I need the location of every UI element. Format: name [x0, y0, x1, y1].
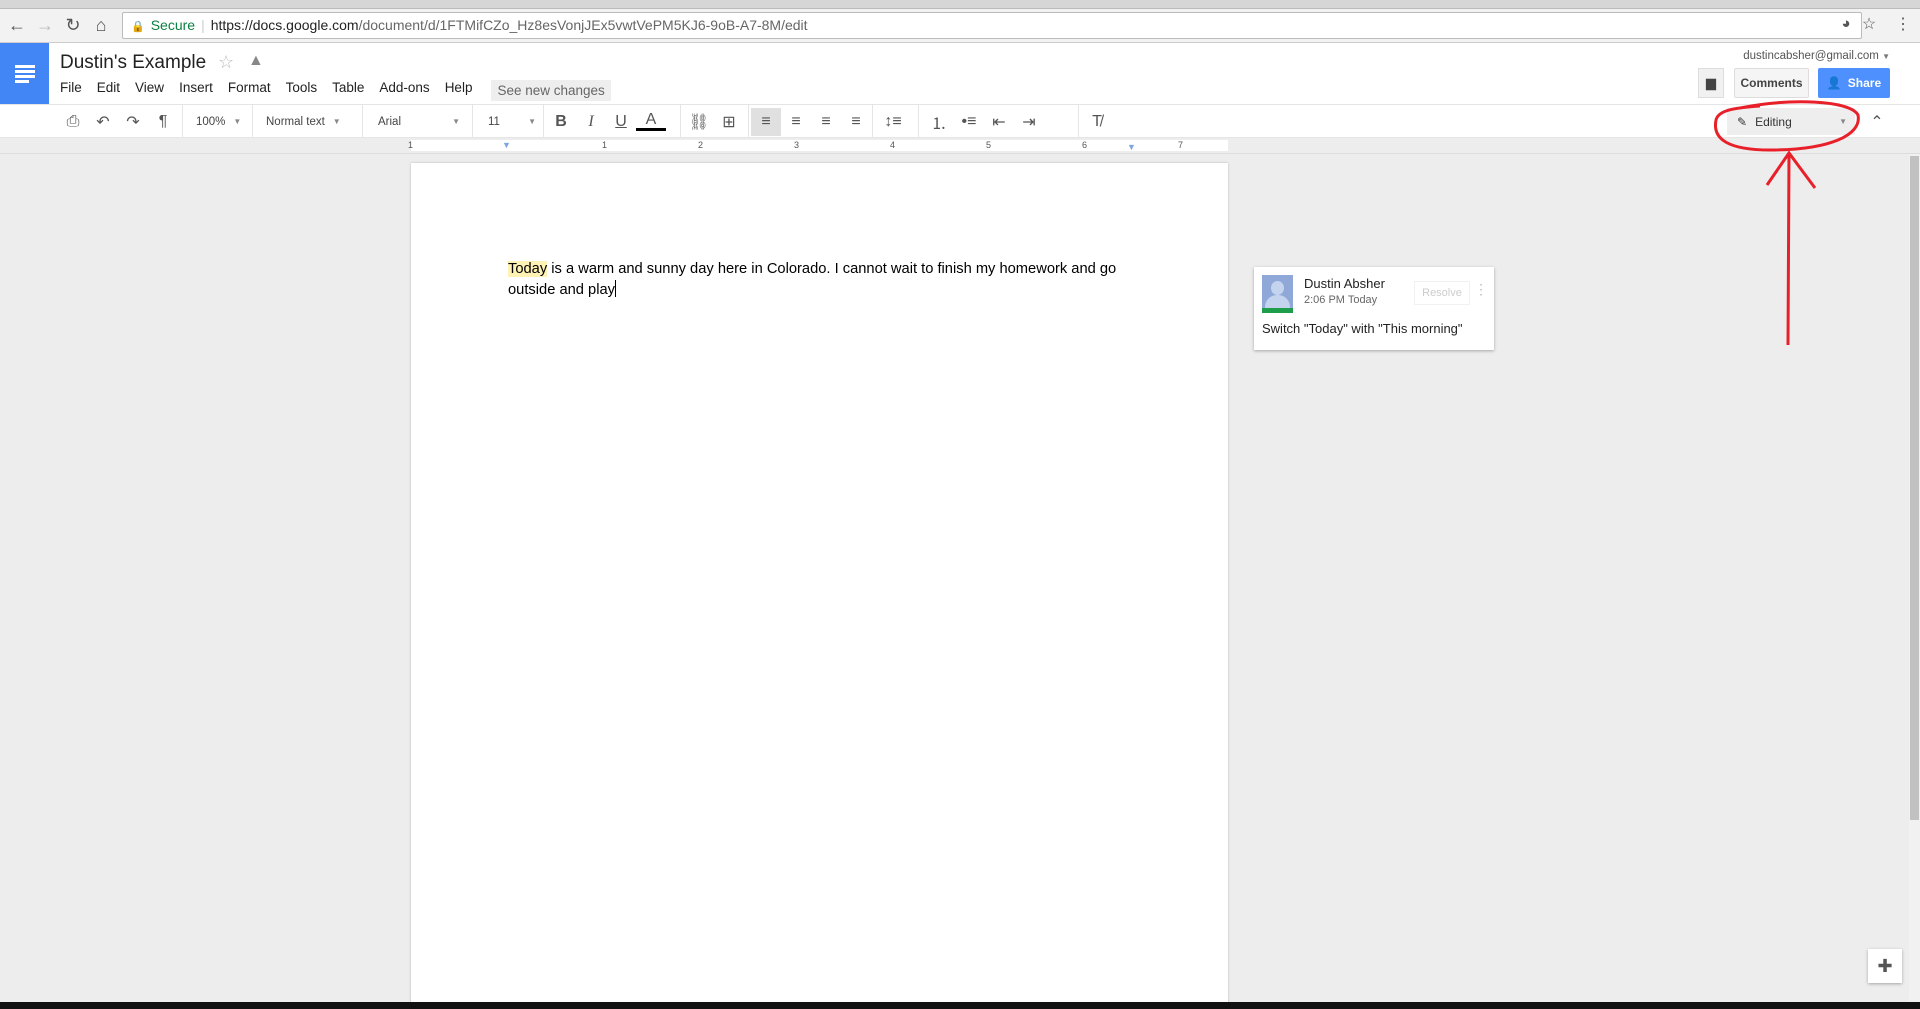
document-title[interactable]: Dustin's Example [60, 52, 206, 74]
numbered-list-icon[interactable]: ⒈ [924, 110, 954, 134]
comments-button[interactable]: Comments [1734, 68, 1809, 98]
ruler-scale: 1 1 2 3 4 5 6 7 ▼ ▼ [408, 140, 1228, 152]
scrollbar-thumb[interactable] [1910, 156, 1919, 820]
body-text-line: outside and play [508, 281, 615, 298]
menu-edit[interactable]: Edit [97, 80, 120, 101]
scrollbar[interactable] [1909, 154, 1920, 1009]
document-page[interactable]: Today is a warm and sunny day here in Co… [411, 163, 1228, 1009]
menu-icon[interactable]: ⋮ [1892, 14, 1914, 34]
text-cursor [614, 279, 616, 297]
tab-strip [0, 0, 1920, 9]
font-select[interactable]: Arial ▼ [378, 105, 460, 138]
collapse-chevron-icon[interactable]: ⌃ [1862, 112, 1892, 132]
account-switcher[interactable]: dustincabsher@gmail.com ▼ [1743, 50, 1890, 62]
underline-button[interactable]: U [606, 113, 636, 131]
share-button[interactable]: 👤 Share [1818, 68, 1890, 98]
document-body[interactable]: Today is a warm and sunny day here in Co… [508, 259, 1148, 300]
decrease-indent-icon[interactable]: ⇤ [984, 112, 1014, 132]
clear-formatting-icon[interactable]: T̸ [1082, 113, 1112, 131]
browser-toolbar: ← → ↻ ⌂ 🔒 Secure | https://docs.google.com/… [0, 9, 1920, 43]
print-icon[interactable]: ⎙ [58, 113, 88, 131]
comment-icon: ▆ [1706, 75, 1716, 90]
move-to-folder-icon[interactable]: ▲ [248, 52, 264, 70]
formatting-toolbar: ⎙ ↶ ↷ ¶ 100% ▼ Normal text ▼ Arial ▼ 11 ▼ B … [0, 104, 1920, 138]
share-label: Share [1847, 76, 1882, 90]
menu-tools[interactable]: Tools [286, 80, 318, 101]
bulleted-list-icon[interactable]: •≡ [954, 113, 984, 131]
commented-text[interactable]: Today [508, 261, 548, 277]
back-icon[interactable]: ← [6, 15, 28, 36]
font-size-select[interactable]: 11 ▼ [488, 105, 536, 138]
editing-mode-select[interactable]: ✎ Editing ▼ [1727, 108, 1855, 135]
resolve-button[interactable]: Resolve [1414, 281, 1470, 305]
avatar [1262, 275, 1293, 313]
menu-addons[interactable]: Add-ons [379, 80, 429, 101]
menu-bar: File Edit View Insert Format Tools Table… [60, 80, 626, 101]
secure-label: Secure [150, 17, 196, 33]
justify-icon[interactable]: ≡ [841, 113, 871, 131]
explore-icon: ✚ [1877, 955, 1893, 976]
url-host: https://docs.google.com [210, 17, 359, 33]
forward-icon[interactable]: → [34, 15, 56, 36]
line-spacing-icon[interactable]: ↕≡ [878, 113, 908, 131]
menu-table[interactable]: Table [332, 80, 364, 101]
docs-header: Dustin's Example ☆ ▲ File Edit View Inse… [0, 43, 1920, 104]
align-left-icon[interactable]: ≡ [751, 107, 781, 136]
lock-icon: 🔒 [131, 21, 145, 33]
comment-body: Switch "Today" with "This morning" [1262, 321, 1463, 336]
comment-time: 2:06 PM Today [1304, 294, 1378, 306]
chevron-down-icon: ▼ [1882, 52, 1890, 61]
menu-help[interactable]: Help [445, 80, 473, 101]
docs-logo[interactable] [0, 43, 49, 104]
see-new-changes-button[interactable]: See new changes [491, 80, 611, 101]
body-text-line: is a warm and sunny day here in Colorado… [547, 261, 1117, 277]
left-indent-marker[interactable]: ▼ [502, 140, 511, 150]
menu-file[interactable]: File [60, 80, 82, 101]
menu-view[interactable]: View [135, 80, 164, 101]
align-center-icon[interactable]: ≡ [781, 113, 811, 131]
italic-button[interactable]: I [576, 113, 606, 131]
annotation-arrow [1765, 150, 1817, 346]
taskbar-edge [0, 1002, 1920, 1009]
extension-icon[interactable]: ◕ [1835, 15, 1857, 32]
more-options-icon[interactable]: ⋮ [1474, 281, 1488, 298]
comment-history-button[interactable]: ▆ [1698, 68, 1724, 98]
comment-author: Dustin Absher [1304, 276, 1385, 291]
add-comment-icon[interactable]: ⊞ [714, 112, 744, 132]
home-icon[interactable]: ⌂ [90, 15, 112, 36]
reload-icon[interactable]: ↻ [62, 15, 84, 36]
link-icon[interactable]: ⛓ [684, 112, 714, 132]
bookmark-star-icon[interactable]: ☆ [1858, 14, 1880, 34]
undo-icon[interactable]: ↶ [88, 112, 118, 132]
person-icon: 👤 [1826, 76, 1842, 90]
menu-format[interactable]: Format [228, 80, 271, 101]
account-email: dustincabsher@gmail.com [1743, 50, 1879, 62]
right-indent-marker[interactable]: ▼ [1127, 142, 1136, 152]
zoom-select[interactable]: 100% ▼ [196, 105, 241, 138]
text-color-button[interactable]: A [636, 112, 666, 131]
style-select[interactable]: Normal text ▼ [266, 105, 341, 138]
increase-indent-icon[interactable]: ⇥ [1014, 112, 1044, 132]
editing-mode-label: Editing [1755, 114, 1792, 129]
redo-icon[interactable]: ↷ [118, 112, 148, 132]
pencil-icon: ✎ [1737, 114, 1748, 129]
url-path: /document/d/1FTMifCZo_Hz8esVonjJEx5vwtVe… [358, 17, 808, 33]
menu-insert[interactable]: Insert [179, 80, 213, 101]
bold-button[interactable]: B [546, 113, 576, 131]
align-right-icon[interactable]: ≡ [811, 113, 841, 131]
paint-format-icon[interactable]: ¶ [148, 113, 178, 131]
explore-button[interactable]: ✚ [1868, 949, 1902, 983]
address-bar[interactable]: 🔒 Secure | https://docs.google.com/document… [122, 12, 1862, 39]
star-icon[interactable]: ☆ [218, 52, 234, 73]
ruler[interactable]: 1 1 2 3 4 5 6 7 ▼ ▼ [0, 138, 1920, 154]
comment-card[interactable]: Dustin Absher 2:06 PM Today Resolve ⋮ Sw… [1254, 267, 1494, 350]
